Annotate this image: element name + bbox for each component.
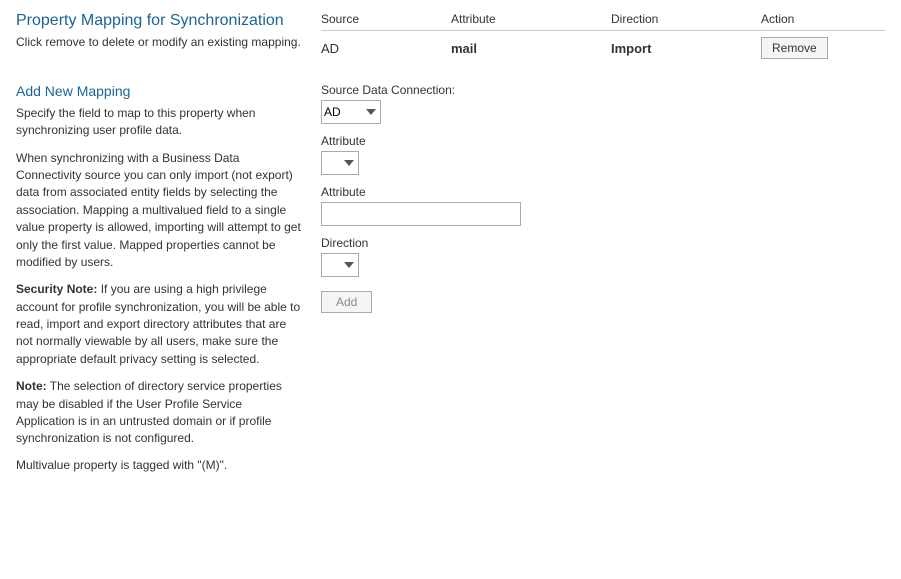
col-header-source: Source [321, 12, 451, 26]
security-note: Security Note: If you are using a high p… [16, 281, 301, 368]
table-header: Source Attribute Direction Action [321, 12, 885, 31]
description-2: When synchronizing with a Business Data … [16, 150, 301, 272]
source-data-select[interactable]: AD [321, 100, 381, 124]
cell-direction: Import [611, 41, 761, 56]
note-text: The selection of directory service prope… [16, 379, 282, 445]
page-subtitle: Click remove to delete or modify an exis… [16, 34, 306, 51]
direction-label: Direction [321, 236, 885, 250]
note: Note: The selection of directory service… [16, 378, 301, 448]
direction-select[interactable] [321, 253, 359, 277]
attribute-dropdown-group: Attribute [321, 134, 885, 175]
attribute-dropdown-select[interactable] [321, 151, 359, 175]
source-data-label: Source Data Connection: [321, 83, 885, 97]
add-button-group: Add [321, 287, 885, 313]
col-header-action: Action [761, 12, 881, 26]
attribute-input[interactable] [321, 202, 521, 226]
add-mapping-title: Add New Mapping [16, 83, 301, 99]
attribute-input-label: Attribute [321, 185, 885, 199]
multivalue-note: Multivalue property is tagged with "(M)"… [16, 458, 301, 472]
add-button[interactable]: Add [321, 291, 372, 313]
table-row: AD mail Import Remove [321, 35, 885, 61]
attribute-input-group: Attribute [321, 185, 885, 226]
note-label: Note: [16, 379, 47, 393]
direction-group: Direction [321, 236, 885, 277]
security-note-label: Security Note: [16, 282, 97, 296]
description-1: Specify the field to map to this propert… [16, 105, 301, 140]
col-header-attribute: Attribute [451, 12, 611, 26]
cell-action: Remove [761, 37, 881, 59]
attribute-dropdown-label: Attribute [321, 134, 885, 148]
page-title: Property Mapping for Synchronization [16, 12, 321, 30]
col-header-direction: Direction [611, 12, 761, 26]
remove-button[interactable]: Remove [761, 37, 828, 59]
cell-source: AD [321, 41, 451, 56]
cell-attribute: mail [451, 41, 611, 56]
source-data-group: Source Data Connection: AD [321, 83, 885, 124]
